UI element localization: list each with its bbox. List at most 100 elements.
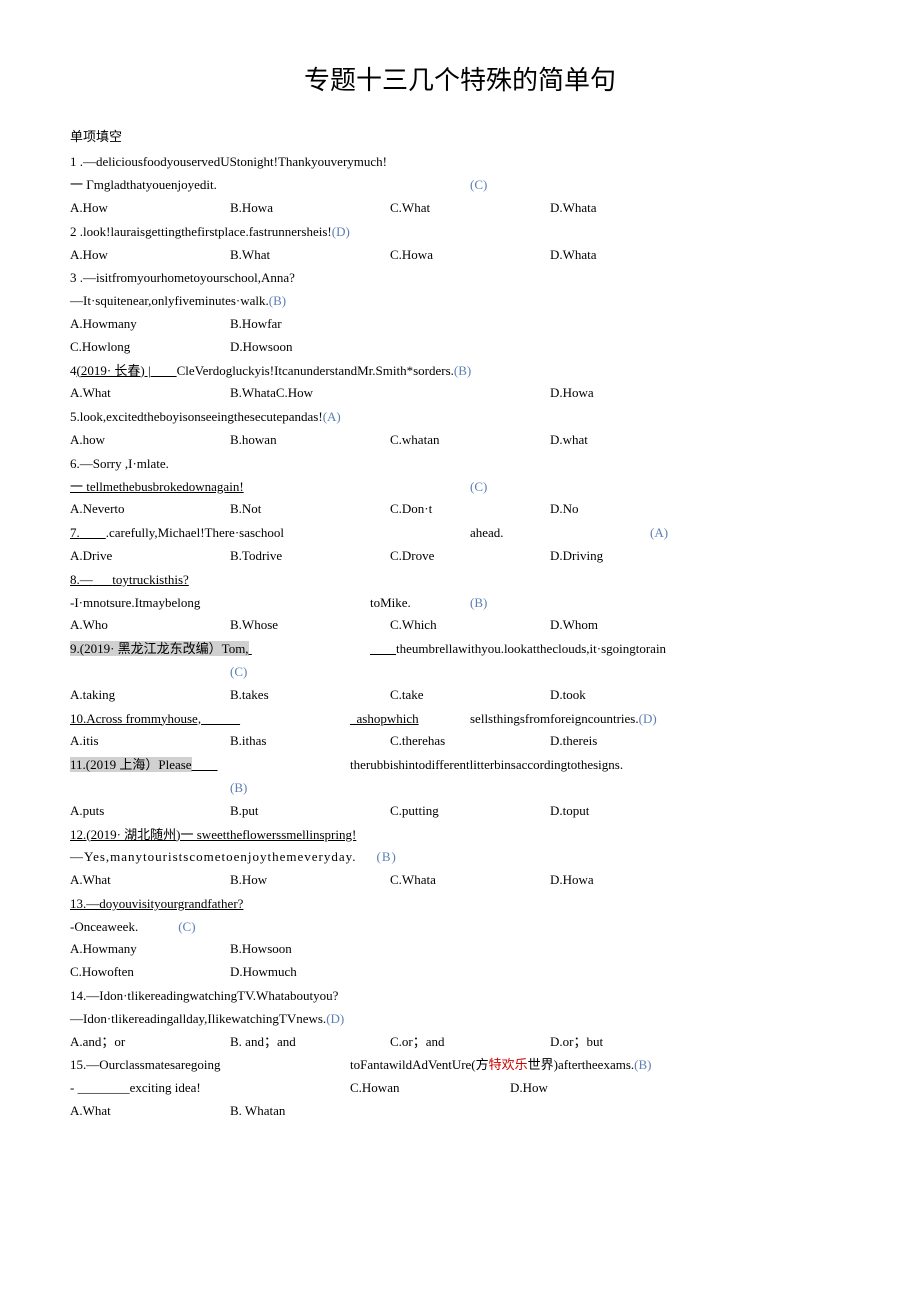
q3-opt-a: A.Howmany bbox=[70, 314, 230, 335]
q2-answer: (D) bbox=[332, 224, 350, 239]
question-3: 3 .—isitfromyourhometoyourschool,Anna? —… bbox=[70, 268, 850, 357]
q6-answer: (C) bbox=[470, 477, 487, 498]
q1-opt-c: C.What bbox=[390, 198, 550, 219]
q12-opt-a: A.What bbox=[70, 870, 230, 891]
q11-opt-c: C.putting bbox=[390, 801, 550, 822]
q3-text: .—isitfromyourhometoyourschool,Anna? bbox=[77, 270, 295, 285]
q7-opt-d: D.Driving bbox=[550, 546, 710, 567]
q15-opt-d: D.How bbox=[510, 1078, 670, 1099]
q10-text-b: sellsthingsfromforeigncountries. bbox=[470, 709, 639, 730]
q6-opt-a: A.Neverto bbox=[70, 499, 230, 520]
q12-line2: —Yes,manytouristscometoenjoythemeveryday… bbox=[70, 849, 357, 864]
q14-opt-c: C.or；and bbox=[390, 1032, 550, 1053]
q8-text: toytruckisthis? bbox=[112, 572, 189, 587]
q14-line1: 14.—Idon·tlikereadingwatchingTV.Whatabou… bbox=[70, 988, 338, 1003]
q7-opt-c: C.Drove bbox=[390, 546, 550, 567]
question-2: 2 .look!lauraisgettingthefirstplace.fast… bbox=[70, 222, 850, 266]
q12-opt-d: D.Howa bbox=[550, 870, 710, 891]
q9-opt-d: D.took bbox=[550, 685, 710, 706]
q7-prefix: 7. bbox=[70, 525, 80, 540]
q5-opt-c: C.whatan bbox=[390, 430, 550, 451]
question-7: 7. .carefully,Michael!There·saschool ahe… bbox=[70, 523, 850, 567]
q13-opt-d: D.Howmuch bbox=[230, 962, 390, 983]
q8-prefix: 8.— bbox=[70, 572, 93, 587]
q7-opt-a: A.Drive bbox=[70, 546, 230, 567]
q14-answer: (D) bbox=[326, 1011, 344, 1026]
q11-opt-a: A.puts bbox=[70, 801, 230, 822]
q1-line2: 一 Γmgladthatyouenjoyedit. bbox=[70, 175, 470, 196]
q5-answer: (A) bbox=[323, 409, 341, 424]
q9-text: theumbrellawithyou.lookattheclouds,it·sg… bbox=[396, 641, 666, 656]
q5-text: 5.look,excitedtheboyisonseeingthesecutep… bbox=[70, 409, 323, 424]
q2-opt-a: A.How bbox=[70, 245, 230, 266]
q4-src: (2019· 长春) | bbox=[77, 363, 151, 378]
q1-opt-d: D.Whata bbox=[550, 198, 710, 219]
q6-line1: 6.—Sorry ,I·mlate. bbox=[70, 456, 169, 471]
q15-line1b: toFantawildAdVentUre(方 bbox=[350, 1057, 489, 1072]
q8-opt-c: C.Which bbox=[390, 615, 550, 636]
q5-opt-d: D.what bbox=[550, 430, 710, 451]
q3-opt-d: D.Howsoon bbox=[230, 337, 390, 358]
question-6: 6.—Sorry ,I·mlate. 一 tellmethebusbrokedo… bbox=[70, 454, 850, 520]
q8-answer: (B) bbox=[470, 593, 487, 614]
question-4: 4(2019· 长春) | CleVerdogluckyis!Itcanunde… bbox=[70, 361, 850, 405]
question-13: 13.—doyouvisityourgrandfather? -Onceawee… bbox=[70, 894, 850, 983]
q1-opt-b: B.Howa bbox=[230, 198, 390, 219]
q6-opt-c: C.Don·t bbox=[390, 499, 550, 520]
q10-text: _ashopwhich bbox=[350, 711, 419, 726]
q7-answer: (A) bbox=[650, 523, 668, 544]
section-header: 单项填空 bbox=[70, 127, 850, 148]
q15-line2: - ________exciting idea! bbox=[70, 1078, 350, 1099]
q4-blank bbox=[151, 363, 177, 378]
q4-opt-b: B.WhataC.How bbox=[230, 383, 550, 404]
question-15: 15.—Ourclassmatesaregoing toFantawildAdV… bbox=[70, 1055, 850, 1121]
q11-opt-d: D.toput bbox=[550, 801, 710, 822]
q15-opt-a: A.What bbox=[70, 1101, 230, 1122]
q11-answer: (B) bbox=[230, 780, 247, 795]
question-1: 1 .—deliciousfoodyouservedUStonight!Than… bbox=[70, 152, 850, 218]
q15-answer: (B) bbox=[634, 1057, 651, 1072]
q10-answer: (D) bbox=[639, 709, 657, 730]
q12-opt-b: B.How bbox=[230, 870, 390, 891]
q7-text: .carefully,Michael!There·saschool bbox=[106, 525, 284, 540]
q12-answer: (B) bbox=[377, 849, 397, 864]
q3-opt-c: C.Howlong bbox=[70, 337, 230, 358]
q13-line1: 13.—doyouvisityourgrandfather? bbox=[70, 896, 243, 911]
q10-prefix: 10.Across frommyhouse, bbox=[70, 711, 201, 726]
q3-opt-b: B.Howfar bbox=[230, 314, 390, 335]
q2-opt-d: D.Whata bbox=[550, 245, 710, 266]
q7-text-b: ahead. bbox=[470, 523, 650, 544]
q9-src: 9.(2019· 黑龙江龙东改编）Tom, bbox=[70, 641, 249, 656]
q12-text: 一 sweettheflowerssmellinspring! bbox=[181, 827, 357, 842]
q13-opt-c: C.Howoften bbox=[70, 962, 230, 983]
q2-opt-c: C.Howa bbox=[390, 245, 550, 266]
q13-line2: -Onceaweek. bbox=[70, 919, 138, 934]
q11-opt-b: B.put bbox=[230, 801, 390, 822]
q3-answer: (B) bbox=[269, 293, 286, 308]
question-8: 8.— toytruckisthis? -I·mnotsure.Itmaybel… bbox=[70, 570, 850, 636]
question-9: 9.(2019· 黑龙江龙东改编）Tom, theumbrellawithyou… bbox=[70, 639, 850, 705]
q2-opt-b: B.What bbox=[230, 245, 390, 266]
question-5: 5.look,excitedtheboyisonseeingthesecutep… bbox=[70, 407, 850, 451]
q9-opt-a: A.taking bbox=[70, 685, 230, 706]
q2-text: .look!lauraisgettingthefirstplace.fastru… bbox=[77, 224, 332, 239]
q11-text: therubbishintodifferentlitterbinsaccordi… bbox=[350, 755, 623, 776]
q8-line2: -I·mnotsure.Itmaybelong bbox=[70, 593, 370, 614]
q4-text: CleVerdogluckyis!ItcanunderstandMr.Smith… bbox=[177, 363, 454, 378]
q13-opt-b: B.Howsoon bbox=[230, 939, 390, 960]
q10-opt-b: B.ithas bbox=[230, 731, 390, 752]
q6-line2: 一 tellmethebusbrokedownagain! bbox=[70, 479, 244, 494]
q5-opt-b: B.howan bbox=[230, 430, 390, 451]
question-12: 12.(2019· 湖北随州)一 sweettheflowerssmellins… bbox=[70, 825, 850, 891]
question-11: 11.(2019 上海）Please therubbishintodiffere… bbox=[70, 755, 850, 821]
q9-answer: (C) bbox=[230, 664, 247, 679]
q8-opt-a: A.Who bbox=[70, 615, 230, 636]
q15-line1d: 世界)aftertheexams. bbox=[528, 1057, 634, 1072]
q10-opt-c: C.therehas bbox=[390, 731, 550, 752]
q9-opt-c: C.take bbox=[390, 685, 550, 706]
q8-line2b: toMike. bbox=[370, 593, 470, 614]
q8-opt-d: D.Whom bbox=[550, 615, 710, 636]
page-title: 专题十三几个特殊的简单句 bbox=[70, 60, 850, 102]
q10-opt-d: D.thereis bbox=[550, 731, 710, 752]
q1-text: .—deliciousfoodyouservedUStonight!Thanky… bbox=[77, 154, 388, 169]
